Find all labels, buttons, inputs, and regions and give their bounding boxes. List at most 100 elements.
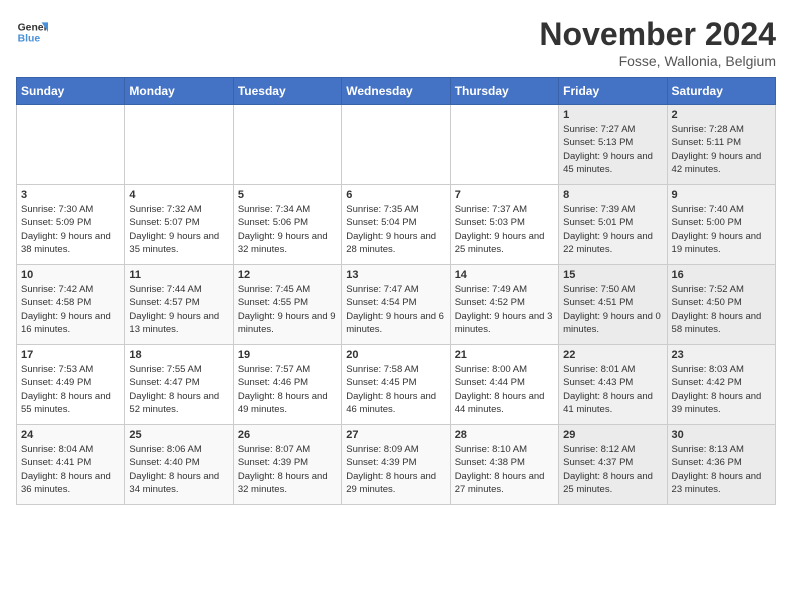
day-info: Sunrise: 7:45 AM Sunset: 4:55 PM Dayligh… <box>238 283 337 336</box>
day-number: 1 <box>563 109 662 121</box>
day-number: 7 <box>455 189 554 201</box>
day-number: 2 <box>672 109 771 121</box>
day-info: Sunrise: 7:50 AM Sunset: 4:51 PM Dayligh… <box>563 283 662 336</box>
calendar-body: 1 Sunrise: 7:27 AM Sunset: 5:13 PM Daylig… <box>17 105 776 505</box>
day-number: 20 <box>346 349 445 361</box>
table-row: 4 Sunrise: 7:32 AM Sunset: 5:07 PM Daylig… <box>125 185 233 265</box>
day-number: 30 <box>672 429 771 441</box>
header-friday: Friday <box>559 78 667 105</box>
svg-text:Blue: Blue <box>18 34 41 45</box>
day-number: 12 <box>238 269 337 281</box>
day-info: Sunrise: 7:58 AM Sunset: 4:45 PM Dayligh… <box>346 363 445 416</box>
table-row: 22 Sunrise: 8:01 AM Sunset: 4:43 PM Dayli… <box>559 345 667 425</box>
table-row: 1 Sunrise: 7:27 AM Sunset: 5:13 PM Daylig… <box>559 105 667 185</box>
table-row: 10 Sunrise: 7:42 AM Sunset: 4:58 PM Dayli… <box>17 265 125 345</box>
day-number: 10 <box>21 269 120 281</box>
table-row: 23 Sunrise: 8:03 AM Sunset: 4:42 PM Dayli… <box>667 345 775 425</box>
day-number: 13 <box>346 269 445 281</box>
day-info: Sunrise: 8:10 AM Sunset: 4:38 PM Dayligh… <box>455 443 554 496</box>
day-info: Sunrise: 7:40 AM Sunset: 5:00 PM Dayligh… <box>672 203 771 256</box>
day-info: Sunrise: 8:01 AM Sunset: 4:43 PM Dayligh… <box>563 363 662 416</box>
header-saturday: Saturday <box>667 78 775 105</box>
table-row: 16 Sunrise: 7:52 AM Sunset: 4:50 PM Dayli… <box>667 265 775 345</box>
day-info: Sunrise: 7:49 AM Sunset: 4:52 PM Dayligh… <box>455 283 554 336</box>
day-info: Sunrise: 8:04 AM Sunset: 4:41 PM Dayligh… <box>21 443 120 496</box>
table-row: 21 Sunrise: 8:00 AM Sunset: 4:44 PM Dayli… <box>450 345 558 425</box>
day-info: Sunrise: 8:06 AM Sunset: 4:40 PM Dayligh… <box>129 443 228 496</box>
table-row: 6 Sunrise: 7:35 AM Sunset: 5:04 PM Daylig… <box>342 185 450 265</box>
day-number: 27 <box>346 429 445 441</box>
day-info: Sunrise: 7:37 AM Sunset: 5:03 PM Dayligh… <box>455 203 554 256</box>
table-row: 27Sunrise: 8:09 AM Sunset: 4:39 PM Dayli… <box>342 425 450 505</box>
day-number: 14 <box>455 269 554 281</box>
table-row: 15 Sunrise: 7:50 AM Sunset: 4:51 PM Dayli… <box>559 265 667 345</box>
day-info: Sunrise: 7:47 AM Sunset: 4:54 PM Dayligh… <box>346 283 445 336</box>
table-row: 18Sunrise: 7:55 AM Sunset: 4:47 PM Dayli… <box>125 345 233 425</box>
table-row: 3Sunrise: 7:30 AM Sunset: 5:09 PM Daylig… <box>17 185 125 265</box>
calendar-table: Sunday Monday Tuesday Wednesday Thursday… <box>16 77 776 505</box>
location-subtitle: Fosse, Wallonia, Belgium <box>539 53 776 69</box>
day-number: 26 <box>238 429 337 441</box>
day-number: 16 <box>672 269 771 281</box>
day-info: Sunrise: 7:34 AM Sunset: 5:06 PM Dayligh… <box>238 203 337 256</box>
header-sunday: Sunday <box>17 78 125 105</box>
day-number: 9 <box>672 189 771 201</box>
day-info: Sunrise: 7:52 AM Sunset: 4:50 PM Dayligh… <box>672 283 771 336</box>
table-row: 19Sunrise: 7:57 AM Sunset: 4:46 PM Dayli… <box>233 345 341 425</box>
day-info: Sunrise: 7:53 AM Sunset: 4:49 PM Dayligh… <box>21 363 120 416</box>
table-row: 28 Sunrise: 8:10 AM Sunset: 4:38 PM Dayli… <box>450 425 558 505</box>
table-row: 12 Sunrise: 7:45 AM Sunset: 4:55 PM Dayli… <box>233 265 341 345</box>
table-row: 29 Sunrise: 8:12 AM Sunset: 4:37 PM Dayli… <box>559 425 667 505</box>
day-info: Sunrise: 7:39 AM Sunset: 5:01 PM Dayligh… <box>563 203 662 256</box>
table-row: 25Sunrise: 8:06 AM Sunset: 4:40 PM Dayli… <box>125 425 233 505</box>
day-info: Sunrise: 7:42 AM Sunset: 4:58 PM Dayligh… <box>21 283 120 336</box>
header-monday: Monday <box>125 78 233 105</box>
table-row: 26 Sunrise: 8:07 AM Sunset: 4:39 PM Dayli… <box>233 425 341 505</box>
table-row: 7 Sunrise: 7:37 AM Sunset: 5:03 PM Daylig… <box>450 185 558 265</box>
day-info: Sunrise: 7:55 AM Sunset: 4:47 PM Dayligh… <box>129 363 228 416</box>
day-number: 23 <box>672 349 771 361</box>
day-number: 6 <box>346 189 445 201</box>
day-number: 15 <box>563 269 662 281</box>
table-row <box>233 105 341 185</box>
page-header: General Blue November 2024 Fosse, Wallon… <box>16 16 776 69</box>
table-row <box>450 105 558 185</box>
logo-icon: General Blue <box>16 16 48 48</box>
header-thursday: Thursday <box>450 78 558 105</box>
header-tuesday: Tuesday <box>233 78 341 105</box>
table-row: 2 Sunrise: 7:28 AM Sunset: 5:11 PM Daylig… <box>667 105 775 185</box>
table-row <box>342 105 450 185</box>
day-number: 4 <box>129 189 228 201</box>
table-row: 5Sunrise: 7:34 AM Sunset: 5:06 PM Daylig… <box>233 185 341 265</box>
table-row: 17 Sunrise: 7:53 AM Sunset: 4:49 PM Dayli… <box>17 345 125 425</box>
table-row: 11Sunrise: 7:44 AM Sunset: 4:57 PM Dayli… <box>125 265 233 345</box>
table-row: 30 Sunrise: 8:13 AM Sunset: 4:36 PM Dayli… <box>667 425 775 505</box>
day-number: 22 <box>563 349 662 361</box>
table-row: 20 Sunrise: 7:58 AM Sunset: 4:45 PM Dayli… <box>342 345 450 425</box>
day-info: Sunrise: 8:13 AM Sunset: 4:36 PM Dayligh… <box>672 443 771 496</box>
header-wednesday: Wednesday <box>342 78 450 105</box>
month-title: November 2024 <box>539 16 776 53</box>
day-number: 28 <box>455 429 554 441</box>
day-info: Sunrise: 8:00 AM Sunset: 4:44 PM Dayligh… <box>455 363 554 416</box>
day-info: Sunrise: 7:32 AM Sunset: 5:07 PM Dayligh… <box>129 203 228 256</box>
title-area: November 2024 Fosse, Wallonia, Belgium <box>539 16 776 69</box>
day-number: 29 <box>563 429 662 441</box>
day-info: Sunrise: 8:03 AM Sunset: 4:42 PM Dayligh… <box>672 363 771 416</box>
day-number: 3 <box>21 189 120 201</box>
day-info: Sunrise: 7:27 AM Sunset: 5:13 PM Dayligh… <box>563 123 662 176</box>
table-row: 24 Sunrise: 8:04 AM Sunset: 4:41 PM Dayli… <box>17 425 125 505</box>
day-number: 24 <box>21 429 120 441</box>
day-info: Sunrise: 8:07 AM Sunset: 4:39 PM Dayligh… <box>238 443 337 496</box>
day-number: 17 <box>21 349 120 361</box>
table-row: 14 Sunrise: 7:49 AM Sunset: 4:52 PM Dayli… <box>450 265 558 345</box>
day-info: Sunrise: 7:28 AM Sunset: 5:11 PM Dayligh… <box>672 123 771 176</box>
calendar-header: Sunday Monday Tuesday Wednesday Thursday… <box>17 78 776 105</box>
day-number: 11 <box>129 269 228 281</box>
table-row: 8Sunrise: 7:39 AM Sunset: 5:01 PM Daylig… <box>559 185 667 265</box>
day-info: Sunrise: 8:12 AM Sunset: 4:37 PM Dayligh… <box>563 443 662 496</box>
day-info: Sunrise: 7:35 AM Sunset: 5:04 PM Dayligh… <box>346 203 445 256</box>
day-number: 21 <box>455 349 554 361</box>
table-row: 9 Sunrise: 7:40 AM Sunset: 5:00 PM Daylig… <box>667 185 775 265</box>
table-row <box>17 105 125 185</box>
